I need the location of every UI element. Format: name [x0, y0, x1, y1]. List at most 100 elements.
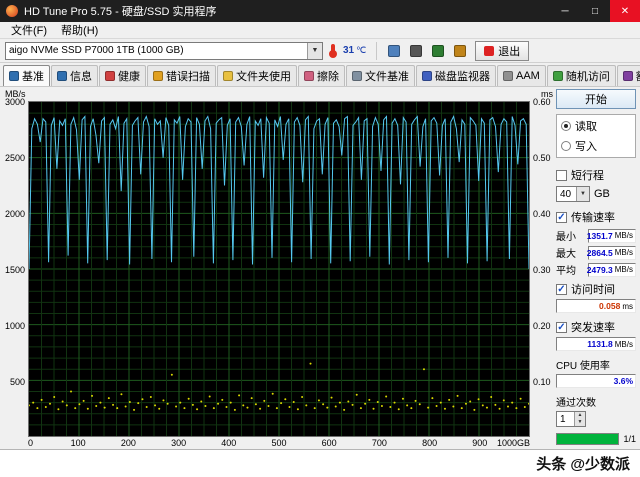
main-area: MB/s ms 3000 2500 2000 1500 1000 500 0.60 0.50…	[0, 87, 640, 450]
camera-button[interactable]	[406, 41, 426, 61]
tab-file-benchmark-icon	[352, 71, 362, 81]
screenshot-folder-button[interactable]	[450, 41, 470, 61]
app-icon	[6, 5, 18, 17]
y-left-tick-2000: 2000	[4, 209, 25, 219]
minimize-button[interactable]: ─	[550, 0, 580, 22]
tab-aam[interactable]: AAM	[497, 65, 546, 86]
exit-icon	[484, 45, 495, 56]
tab-error-scan-label: 错误扫描	[166, 71, 210, 83]
stepper-up-icon[interactable]: ▲	[575, 412, 585, 419]
short-stroke-unit-label: GB	[594, 188, 610, 200]
y-axis-left-labels: 3000 2500 2000 1500 1000 500	[4, 97, 28, 437]
drive-select-combo[interactable]: aigo NVMe SSD P7000 1TB (1000 GB) ▼	[5, 41, 323, 60]
tab-disk-monitor[interactable]: 磁盘监视器	[416, 65, 496, 86]
stepper-down-icon[interactable]: ▼	[575, 419, 585, 426]
toolbar: aigo NVMe SSD P7000 1TB (1000 GB) ▼ 31 ℃…	[0, 39, 640, 63]
window-title: HD Tune Pro 5.75 - 硬盘/SSD 实用程序	[24, 6, 217, 18]
tab-info-label: 信息	[70, 71, 92, 83]
avg-value: 2479.3	[586, 264, 613, 275]
x-tick-0: 0	[28, 438, 34, 448]
exit-label: 退出	[498, 45, 521, 58]
tab-folder-usage-label: 文件夹使用	[236, 71, 291, 83]
chevron-down-icon[interactable]: ▼	[307, 42, 322, 59]
tab-random-access-icon	[552, 71, 563, 81]
tab-erase[interactable]: 擦除	[298, 65, 345, 86]
write-radio[interactable]: 写入	[561, 138, 631, 154]
x-tick-700: 700	[371, 438, 387, 448]
short-stroke-label: 短行程	[571, 170, 604, 182]
min-value-box: 1351.7 MB/s	[586, 228, 636, 243]
x-tick-600: 600	[321, 438, 337, 448]
y-left-tick-1000: 1000	[4, 321, 25, 331]
benchmark-svg	[29, 102, 529, 436]
control-panel: 开始 读取 写入 短行程 40 ▼ GB ✓ 传输速率 最小 1351.7 MB…	[556, 89, 636, 450]
temperature-unit: ℃	[356, 45, 367, 55]
access-time-checkbox[interactable]: 访问时间	[556, 281, 636, 297]
tab-info[interactable]: 信息	[51, 65, 98, 86]
tab-benchmark-label: 基准	[22, 71, 44, 83]
tab-folder-usage[interactable]: 文件夹使用	[217, 65, 297, 86]
max-label: 最大	[556, 249, 576, 260]
avg-value-box: 2479.3 MB/s	[586, 262, 636, 277]
tab-health[interactable]: 健康	[99, 65, 146, 86]
short-stroke-size-dropdown[interactable]: 40 ▼	[556, 186, 590, 202]
burst-rate-label: 突发速率	[571, 322, 615, 334]
maximize-button[interactable]: □	[580, 0, 610, 22]
tab-benchmark-icon	[9, 71, 19, 81]
burst-rate-value: 1131.8	[587, 339, 613, 349]
tab-folder-usage-icon	[223, 71, 233, 81]
tab-benchmark[interactable]: 基准	[3, 65, 50, 86]
y-right-tick-0.50: 0.50	[533, 153, 551, 163]
x-end-label: 1000GB	[496, 438, 530, 448]
menu-help[interactable]: 帮助(H)	[54, 22, 105, 38]
tab-error-scan[interactable]: 错误扫描	[147, 65, 216, 86]
start-button[interactable]: 开始	[556, 89, 636, 109]
copy-screenshot-button[interactable]	[384, 41, 404, 61]
x-tick-900: 900	[472, 438, 488, 448]
tab-extra-tests-icon	[622, 71, 633, 81]
transfer-rate-checkbox[interactable]: 传输速率	[556, 209, 636, 225]
tab-extra-tests[interactable]: 额外测试	[616, 65, 640, 86]
min-value: 1351.7	[586, 230, 613, 241]
tab-random-access-label: 随机访问	[565, 71, 610, 83]
benchmark-chart: MB/s ms 3000 2500 2000 1500 1000 500 0.60 0.50…	[4, 89, 554, 450]
x-tick-300: 300	[171, 438, 187, 448]
menu-file[interactable]: 文件(F)	[4, 22, 54, 38]
y-left-tick-1500: 1500	[4, 265, 25, 275]
tab-error-scan-icon	[153, 71, 163, 81]
access-time-unit: ms	[622, 301, 633, 311]
exit-button[interactable]: 退出	[475, 40, 530, 61]
y-right-tick-0.40: 0.40	[533, 209, 551, 219]
access-time-value: 0.058	[599, 301, 621, 311]
tab-aam-icon	[503, 71, 513, 81]
x-tick-100: 100	[70, 438, 86, 448]
cpu-usage-value-box: 3.6%	[556, 374, 636, 388]
save-screenshot-icon	[432, 44, 445, 57]
access-time-label: 访问时间	[571, 284, 615, 296]
app-window: HD Tune Pro 5.75 - 硬盘/SSD 实用程序 ─ □ ✕ 文件(…	[0, 0, 640, 450]
pass-count-stepper[interactable]: 1 ▲ ▼	[556, 411, 586, 427]
x-tick-200: 200	[120, 438, 136, 448]
burst-rate-checkbox-icon	[556, 321, 567, 333]
min-stat-row: 最小 1351.7 MB/s	[556, 228, 636, 243]
temperature-value: 31	[343, 45, 355, 56]
burst-rate-value-box: 1131.8 MB/s	[556, 337, 636, 351]
chevron-down-icon[interactable]: ▼	[576, 187, 589, 201]
thermometer-icon	[329, 44, 337, 58]
write-radio-icon	[561, 141, 571, 151]
read-radio[interactable]: 读取	[561, 118, 631, 134]
burst-rate-checkbox[interactable]: 突发速率	[556, 319, 636, 335]
save-screenshot-button[interactable]	[428, 41, 448, 61]
max-value-box: 2864.5 MB/s	[587, 245, 636, 260]
short-stroke-checkbox[interactable]: 短行程	[556, 167, 636, 183]
tab-file-benchmark[interactable]: 文件基准	[346, 65, 415, 86]
stepper-arrows[interactable]: ▲ ▼	[574, 412, 585, 426]
tab-file-benchmark-label: 文件基准	[365, 71, 409, 83]
tab-extra-tests-label: 额外测试	[636, 68, 640, 84]
screenshot-folder-icon	[454, 44, 467, 57]
tab-random-access[interactable]: 随机访问	[546, 65, 616, 86]
watermark-text: 头条 @少数派	[536, 456, 630, 473]
min-unit: MB/s	[614, 231, 633, 240]
toolbar-icons	[384, 41, 470, 61]
close-button[interactable]: ✕	[610, 0, 640, 22]
